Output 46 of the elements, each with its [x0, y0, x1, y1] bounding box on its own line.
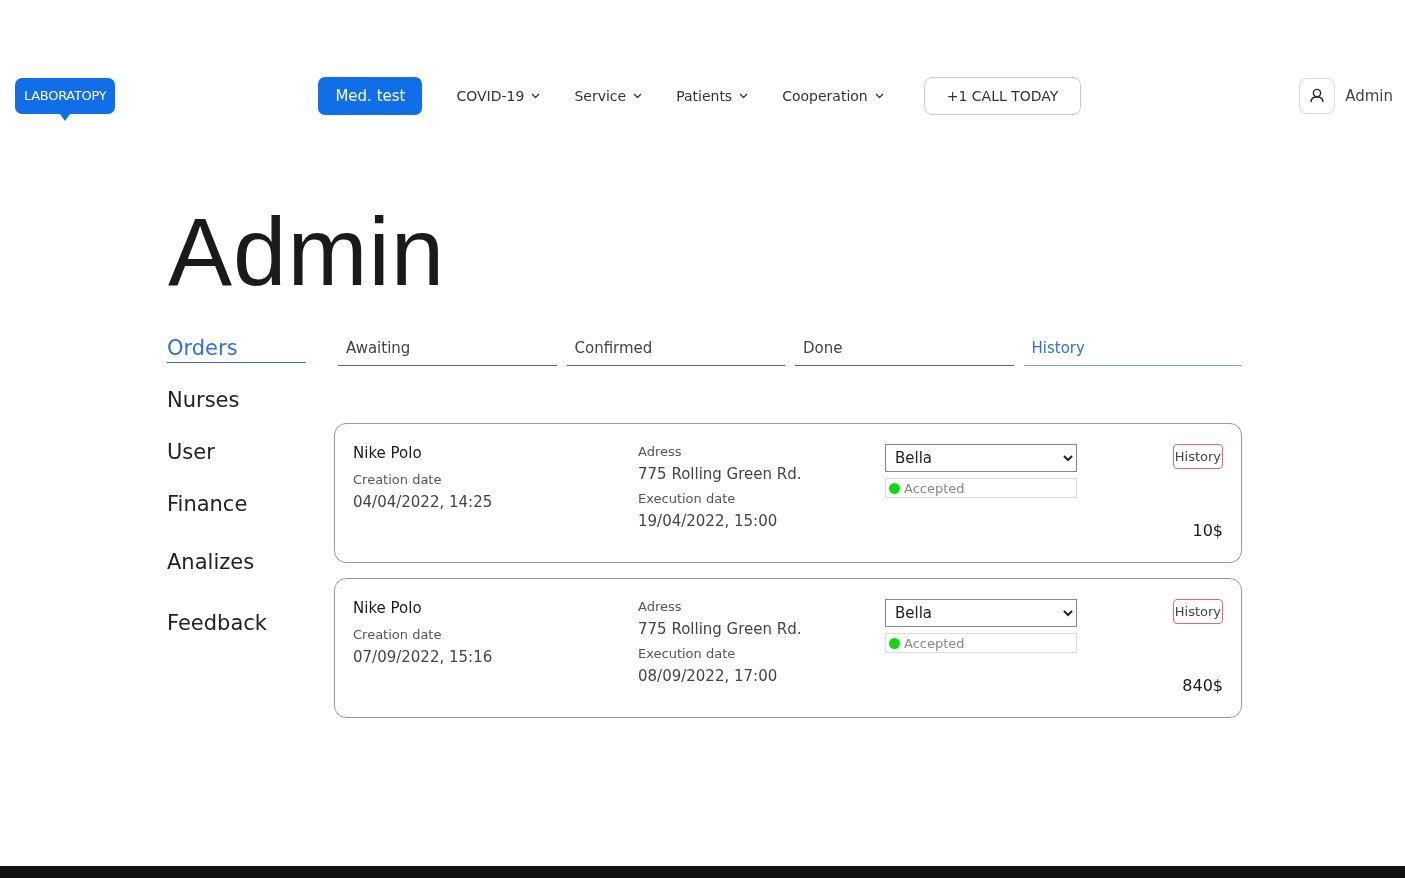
- field-label: Adress: [638, 599, 682, 614]
- creation-date: 07/09/2022, 15:16: [353, 648, 493, 666]
- caret-icon: [531, 92, 541, 99]
- field-label: Creation date: [353, 472, 442, 487]
- history-button[interactable]: History: [1172, 599, 1223, 624]
- page-title: Admin: [168, 202, 447, 302]
- caret-icon: [874, 92, 884, 99]
- user-icon-button[interactable]: [1299, 77, 1336, 114]
- caret-icon: [739, 92, 749, 99]
- field-label: Creation date: [353, 627, 442, 642]
- nav-dropdown[interactable]: COVID-19: [456, 87, 541, 104]
- sidebar-item[interactable]: Orders: [167, 336, 306, 363]
- sidebar-item[interactable]: Feedback: [167, 611, 306, 638]
- field-label: Execution date: [638, 646, 736, 661]
- creation-date: 04/04/2022, 14:25: [353, 493, 493, 511]
- nurse-select[interactable]: Bella: [885, 444, 1077, 472]
- field-label: Execution date: [638, 491, 736, 506]
- nav-dropdown[interactable]: Cooperation: [782, 87, 884, 104]
- user-name: Admin: [1345, 86, 1393, 105]
- address-text: 775 Rolling Green Rd.: [638, 620, 802, 638]
- address-text: 775 Rolling Green Rd.: [638, 465, 802, 483]
- patient-name: Nike Polo: [353, 444, 422, 462]
- nav-dropdown[interactable]: Patients: [676, 87, 749, 104]
- patient-name: Nike Polo: [353, 599, 422, 617]
- nav-dropdown[interactable]: Service: [574, 87, 643, 104]
- history-button[interactable]: History: [1172, 444, 1223, 469]
- status-field: Accepted: [885, 478, 1077, 498]
- price-text: 10$: [1192, 521, 1223, 540]
- execution-date: 19/04/2022, 15:00: [638, 512, 778, 530]
- status-field: Accepted: [885, 633, 1077, 653]
- nav-button[interactable]: Med. test: [318, 76, 423, 115]
- tab[interactable]: Awaiting: [338, 336, 557, 366]
- sidebar-item[interactable]: Finance: [167, 492, 306, 519]
- price-text: 840$: [1182, 676, 1223, 695]
- sidebar-item[interactable]: Analizes: [167, 550, 306, 577]
- sidebar-item[interactable]: Nurses: [167, 388, 306, 415]
- caret-icon: [633, 92, 643, 99]
- sidebar-item[interactable]: User: [167, 440, 306, 467]
- user-icon: [1310, 88, 1325, 103]
- call-button[interactable]: +1 CALL TODAY: [923, 76, 1082, 115]
- tab[interactable]: Done: [795, 336, 1014, 366]
- tab[interactable]: Confirmed: [566, 336, 785, 366]
- tab[interactable]: History: [1023, 336, 1242, 366]
- field-label: Adress: [638, 444, 682, 459]
- execution-date: 08/09/2022, 17:00: [638, 667, 778, 685]
- nurse-select[interactable]: Bella: [885, 599, 1077, 627]
